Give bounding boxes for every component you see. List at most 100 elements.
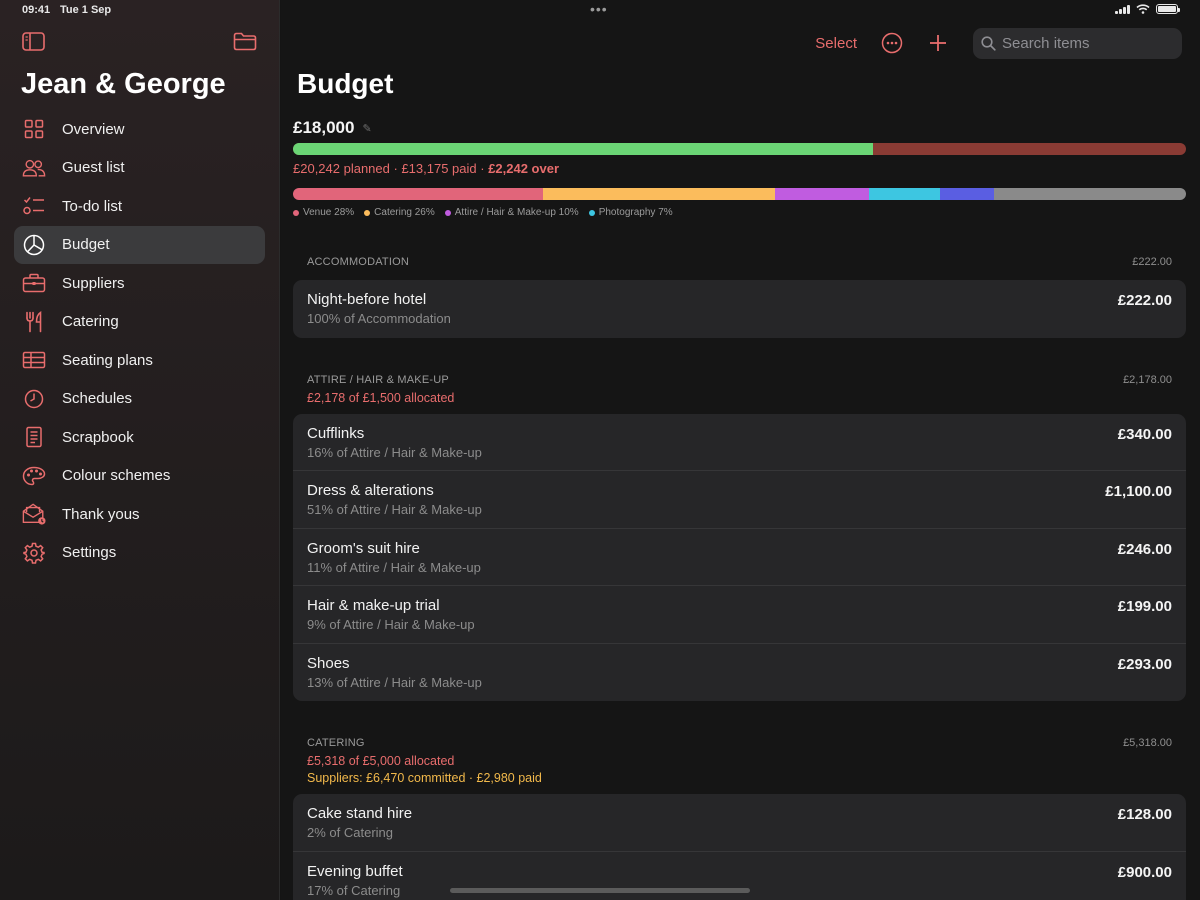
item-amount: £246.00 — [1117, 540, 1172, 558]
item-share: 2% of Catering — [307, 825, 393, 840]
sidebar-item-guest-list[interactable]: Guest list — [14, 149, 265, 187]
sidebar-item-to-do-list[interactable]: To-do list — [14, 187, 265, 225]
sidebar-item-label: Scrapbook — [62, 428, 134, 446]
separator: · — [476, 161, 489, 176]
item-name: Groom's suit hire — [307, 539, 420, 557]
item-amount: £900.00 — [1117, 863, 1172, 881]
sidebar-item-catering[interactable]: Catering — [14, 303, 265, 341]
section-amount: £222.00 — [1132, 256, 1172, 268]
item-amount: £340.00 — [1117, 425, 1172, 443]
clock-icon — [22, 387, 46, 411]
category-segment — [993, 188, 1186, 200]
category-segment — [543, 188, 776, 200]
status-date: Tue 1 Sep — [60, 4, 112, 16]
legend-item: Venue 28% — [293, 207, 354, 218]
budget-total[interactable]: £18,000 ✎ — [293, 118, 372, 138]
sidebar-item-budget[interactable]: Budget — [14, 225, 265, 264]
section-card: Night-before hotel 100% of Accommodation £… — [293, 280, 1186, 338]
item-name: Cufflinks — [307, 424, 365, 442]
sidebar-item-seating-plans[interactable]: Seating plans — [14, 341, 265, 379]
section-header: ATTIRE / HAIR & MAKE-UP £2,178.00 — [293, 368, 1186, 392]
list-item[interactable]: Cake stand hire 2% of Catering £128.00 — [293, 794, 1186, 852]
list-item[interactable]: Groom's suit hire 11% of Attire / Hair & … — [293, 529, 1186, 586]
section-header: CATERING £5,318.00 — [293, 731, 1186, 755]
main-content: Select Budget £18,000 ✎ £20,242 planned … — [281, 0, 1200, 900]
folder-icon[interactable] — [233, 32, 257, 52]
item-share: 9% of Attire / Hair & Make-up — [307, 617, 475, 632]
item-amount: £1,100.00 — [1105, 483, 1172, 500]
legend-label: Photography 7% — [598, 207, 673, 218]
list-item[interactable]: Cufflinks 16% of Attire / Hair & Make-up £… — [293, 414, 1186, 471]
list-item[interactable]: Dress & alterations 51% of Attire / Hair … — [293, 471, 1186, 529]
item-name: Shoes — [307, 654, 350, 672]
home-indicator[interactable] — [450, 888, 750, 893]
sidebar-item-label: Budget — [62, 236, 110, 253]
more-options-icon[interactable] — [881, 32, 903, 54]
legend-dot-icon — [444, 209, 451, 216]
cellular-signal-icon — [1115, 4, 1130, 14]
section-card: Cufflinks 16% of Attire / Hair & Make-up £… — [293, 413, 1186, 702]
item-share: 17% of Catering — [307, 882, 401, 898]
section-suppliers: Suppliers: £6,470 committed · £2,980 pai… — [307, 771, 542, 785]
envelope-icon — [22, 502, 46, 526]
notebook-icon — [22, 425, 46, 449]
add-icon[interactable] — [927, 32, 949, 54]
category-share-bar — [293, 188, 1186, 200]
item-name: Hair & make-up trial — [307, 597, 440, 614]
sidebar-item-label: Guest list — [62, 159, 125, 176]
sidebar-item-label: Suppliers — [62, 274, 125, 292]
section-name: ACCOMMODATION — [307, 256, 410, 268]
table-icon — [22, 348, 46, 372]
item-name: Cake stand hire — [307, 805, 413, 822]
item-share: 100% of Accommodation — [307, 311, 451, 326]
battery-icon — [1156, 4, 1180, 14]
item-name: Night-before hotel — [307, 291, 427, 308]
multitasking-dots-icon[interactable]: ••• — [590, 1, 608, 17]
legend-item: Catering 26% — [364, 207, 435, 218]
separator: · — [389, 161, 402, 176]
category-segment — [293, 188, 544, 200]
search-field[interactable] — [973, 27, 1182, 59]
list-item[interactable]: Shoes 13% of Attire / Hair & Make-up £293.… — [293, 644, 1186, 702]
grid-icon — [22, 117, 46, 141]
budget-summary: £20,242 planned · £13,175 paid · £2,242 … — [293, 161, 559, 176]
section-allocation: £2,178 of £1,500 allocated — [307, 390, 455, 405]
search-input[interactable] — [1002, 34, 1172, 52]
budget-section: ATTIRE / HAIR & MAKE-UP £2,178.00 £2,178 o… — [293, 368, 1186, 702]
select-button[interactable]: Select — [815, 35, 857, 52]
sidebar-item-thank-yous[interactable]: Thank yous — [14, 495, 265, 533]
checklist-icon — [22, 194, 46, 218]
category-segment — [940, 188, 994, 200]
list-item[interactable]: Hair & make-up trial 9% of Attire / Hair … — [293, 586, 1186, 644]
edit-pencil-icon[interactable]: ✎ — [362, 122, 371, 135]
sidebar-nav: Overview Guest list To-do list Budget Su… — [14, 110, 265, 572]
item-amount: £293.00 — [1117, 655, 1172, 673]
briefcase-icon — [22, 271, 46, 295]
search-icon — [981, 35, 996, 51]
list-item[interactable]: Night-before hotel 100% of Accommodation £… — [293, 280, 1186, 338]
status-time: 09:41 — [22, 4, 51, 16]
category-legend: Venue 28% Catering 26% Attire / Hair & Mak… — [293, 207, 673, 218]
palette-icon — [22, 464, 46, 488]
sidebar-item-label: Catering — [62, 313, 119, 330]
sidebar-item-schedules[interactable]: Schedules — [14, 380, 265, 418]
budget-sections[interactable]: ACCOMMODATION £222.00 Night-before hotel 10… — [293, 250, 1186, 900]
sidebar-item-overview[interactable]: Overview — [14, 110, 265, 148]
sidebar-item-label: Thank yous — [62, 505, 140, 523]
paid-fill — [293, 143, 874, 155]
sidebar-item-suppliers[interactable]: Suppliers — [14, 264, 265, 302]
sidebar-item-scrapbook[interactable]: Scrapbook — [14, 418, 265, 456]
legend-dot-icon — [364, 209, 371, 216]
sidebar-item-label: Colour schemes — [62, 467, 171, 484]
sidebar-item-label: Settings — [62, 544, 117, 561]
item-name: Evening buffet — [307, 862, 403, 880]
section-amount: £5,318.00 — [1123, 737, 1172, 749]
legend-dot-icon — [293, 209, 299, 216]
sidebar-item-settings[interactable]: Settings — [14, 534, 265, 572]
item-amount: £128.00 — [1117, 806, 1172, 823]
sidebar-toggle-icon[interactable] — [22, 32, 46, 52]
sidebar-item-colour-schemes[interactable]: Colour schemes — [14, 457, 265, 495]
budget-section: ACCOMMODATION £222.00 Night-before hotel 10… — [293, 250, 1186, 338]
section-amount: £2,178.00 — [1123, 373, 1172, 386]
summary-planned: £20,242 planned — [293, 161, 390, 176]
